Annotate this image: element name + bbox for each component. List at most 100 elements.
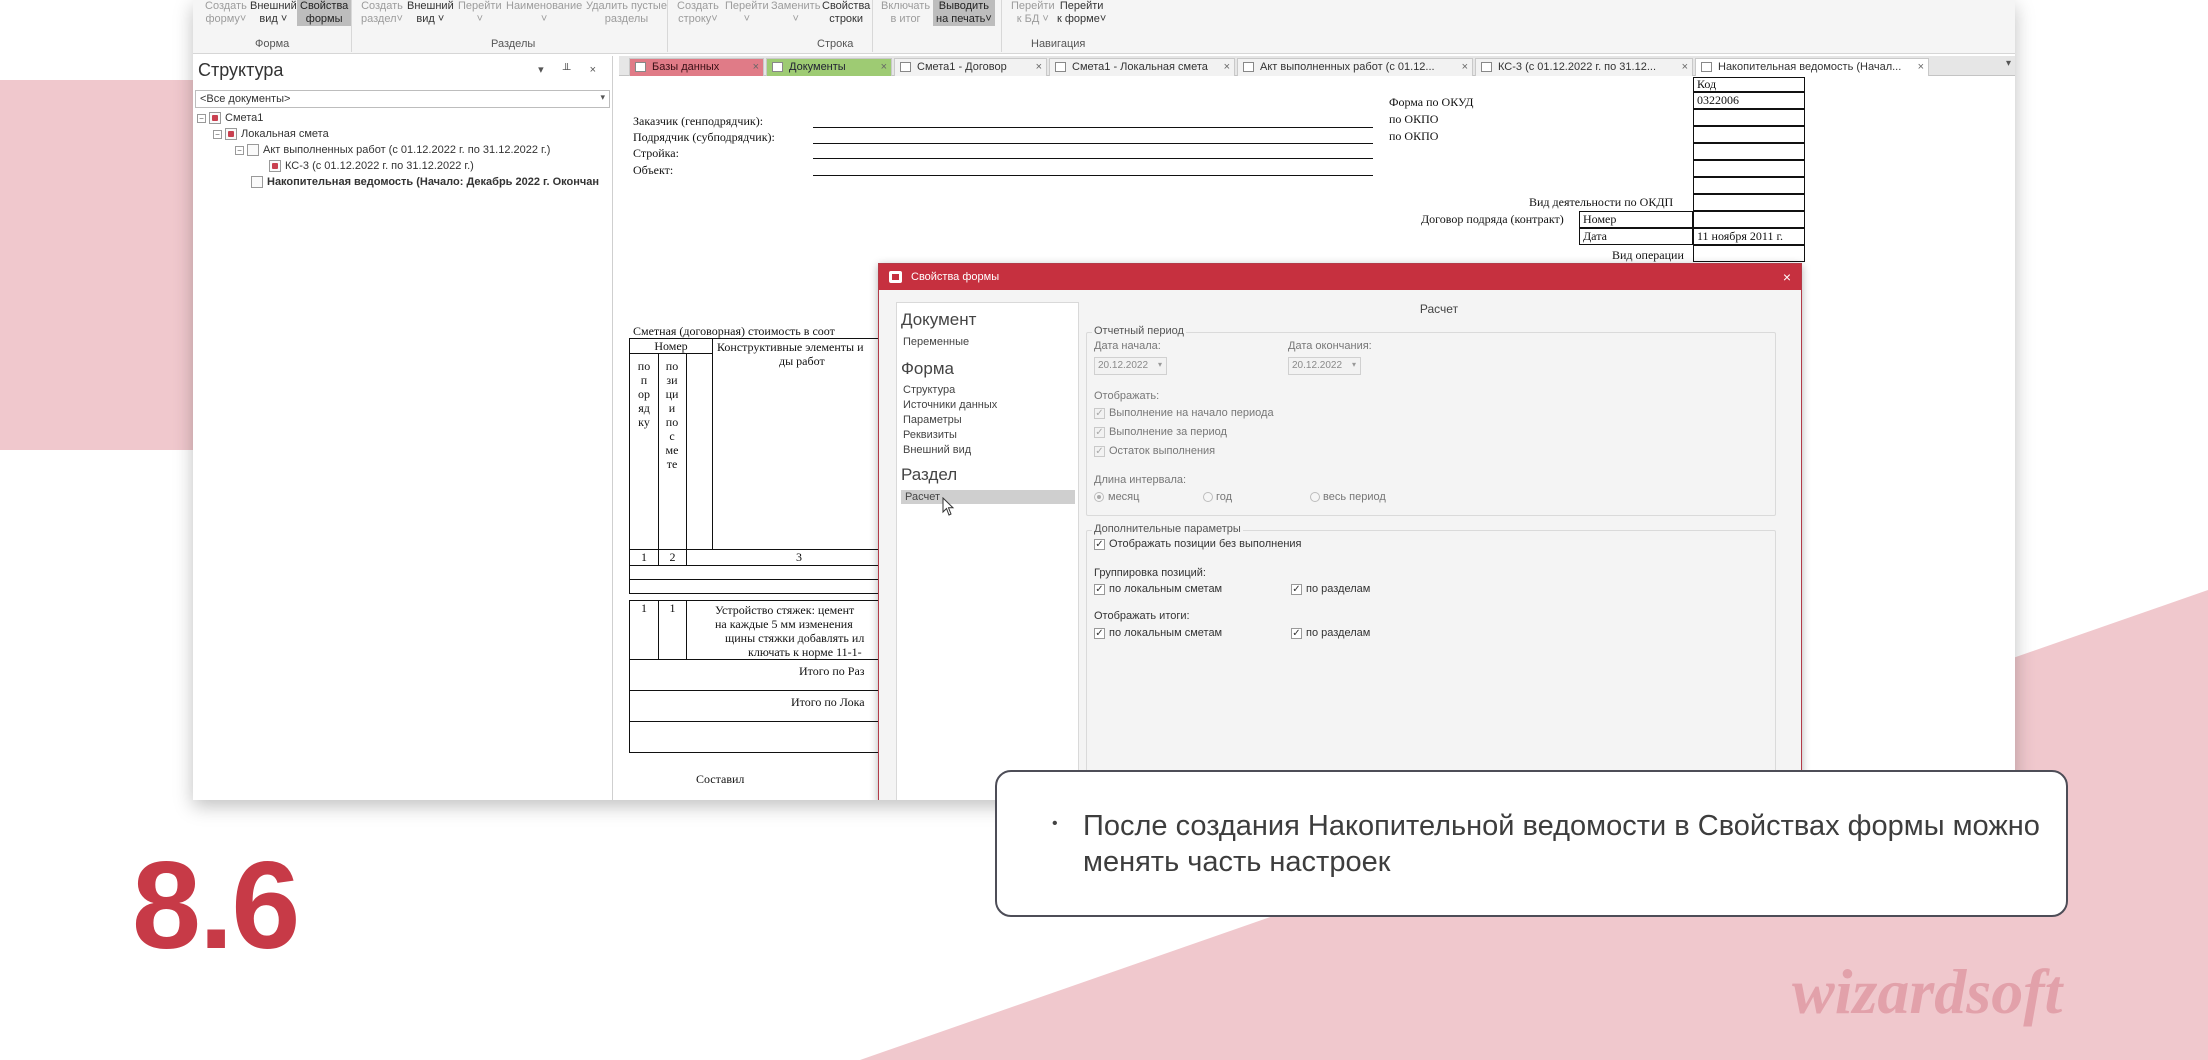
empty-row [629, 565, 912, 580]
ribbon-section-view-button[interactable]: Внешний вид ˅ [407, 0, 454, 26]
nav-item-requisites[interactable]: Реквизиты [903, 429, 957, 441]
tab-smeta-contract[interactable]: Смета1 - Договор × [894, 58, 1047, 76]
collapse-icon[interactable]: − [235, 145, 244, 155]
tree-item-accumulative-statement[interactable]: Накопительная ведомость (Начало: Декабрь… [251, 176, 599, 189]
nav-item-data-sources[interactable]: Источники данных [903, 399, 997, 411]
reporting-period-label: Отчетный период [1092, 325, 1186, 337]
show-no-exec-label: Отображать позиции без выполнения [1109, 538, 1302, 550]
mouse-cursor-icon [942, 497, 955, 516]
tab-documents[interactable]: Документы × [766, 58, 892, 76]
construction-label: Стройка: [633, 146, 679, 160]
structure-panel: Структура ▾ ╨ × <Все документы> ▾ − Смета… [193, 56, 613, 800]
ribbon-include-total-button[interactable]: Включать в итог [881, 0, 930, 26]
tree-item-local-estimate[interactable]: − Локальная смета [213, 128, 329, 141]
contract-number-cell [1693, 211, 1805, 228]
row-index-b: 1 [658, 600, 687, 660]
show-no-exec-checkbox[interactable]: ✓ [1094, 539, 1105, 550]
tree-item-ks3[interactable]: КС-3 (с 01.12.2022 г. по 31.12.2022 г.) [269, 160, 474, 173]
close-icon[interactable]: × [881, 59, 887, 76]
ribbon-section-name-button[interactable]: Наименование ˅ [506, 0, 582, 26]
ribbon-goto-db-button[interactable]: Перейти к БД ˅ [1011, 0, 1055, 26]
ribbon-separator [351, 0, 352, 52]
close-icon[interactable]: × [1918, 59, 1924, 76]
ribbon-create-form-button[interactable]: Создать форму˅ [205, 0, 247, 26]
local-total-row [629, 690, 912, 722]
close-icon[interactable]: × [1224, 59, 1230, 76]
column-elements-header: Конструктивные элементы и [717, 340, 864, 354]
close-icon[interactable]: × [1682, 59, 1688, 76]
close-icon[interactable]: × [753, 59, 759, 76]
nav-item-calculation[interactable]: Расчет [905, 491, 940, 503]
contractor-line [813, 143, 1373, 144]
display-label: Отображать: [1094, 390, 1160, 402]
interval-whole-radio[interactable] [1310, 492, 1320, 502]
page-title: Расчет [1419, 302, 1459, 316]
ribbon-delete-empty-sections-button[interactable]: Удалить пустые разделы [586, 0, 667, 26]
okpo-label-2: по ОКПО [1389, 129, 1439, 143]
application-window: Создать форму˅ Внешний вид ˅ Свойства фо… [193, 0, 2015, 800]
ribbon-form-properties-button[interactable]: Свойства формы [297, 0, 352, 26]
document-icon [1701, 62, 1712, 72]
close-icon[interactable]: × [1036, 59, 1042, 76]
empty-cell [1693, 143, 1805, 160]
close-icon[interactable]: × [1462, 59, 1468, 76]
interval-year-radio[interactable] [1203, 492, 1213, 502]
tree-item-act[interactable]: − Акт выполненных работ (с 01.12.2022 г. … [235, 144, 550, 157]
column-position-header: по зи ци и по с ме те [665, 359, 679, 471]
document-icon [1055, 62, 1066, 72]
tab-smeta-local[interactable]: Смета1 - Локальная смета × [1049, 58, 1235, 76]
close-icon[interactable]: × [1783, 264, 1791, 290]
ribbon-create-row-button[interactable]: Создать строку˅ [677, 0, 719, 26]
grouping-local-checkbox[interactable]: ✓ [1094, 584, 1105, 595]
structure-title: Структура [198, 60, 284, 80]
interval-month-label: месяц [1108, 491, 1140, 503]
tree-item-smeta[interactable]: − Смета1 [197, 112, 263, 125]
interval-month-radio[interactable] [1094, 492, 1104, 502]
chevron-down-icon[interactable]: ▾ [1158, 360, 1162, 369]
nav-item-appearance[interactable]: Внешний вид [903, 444, 971, 456]
nav-heading-document: Документ [901, 310, 977, 329]
nav-item-parameters[interactable]: Параметры [903, 414, 962, 426]
ribbon-print-output-button[interactable]: Выводить на печать˅ [933, 0, 995, 26]
display-remaining-checkbox[interactable]: ✓ [1094, 446, 1105, 457]
contract-number-label: Номер [1579, 211, 1693, 228]
ribbon-separator [1001, 0, 1002, 52]
callout-box: • После создания Накопительной ведомости… [995, 770, 2068, 917]
tabs-dropdown-icon[interactable]: ▾ [2006, 58, 2011, 69]
totals-sections-checkbox[interactable]: ✓ [1291, 628, 1302, 639]
okdp-label: Вид деятельности по ОКДП [1529, 195, 1674, 209]
row-description-4: ключать к норме 11-1- [748, 645, 862, 659]
chevron-down-icon[interactable]: ▾ [600, 92, 605, 103]
ribbon-row-replace-button[interactable]: Заменить ˅ [771, 0, 820, 26]
structure-panel-controls[interactable]: ▾ ╨ × [538, 63, 604, 76]
ribbon-row-goto-button[interactable]: Перейти ˅ [725, 0, 769, 26]
tab-databases[interactable]: Базы данных × [629, 58, 764, 76]
okdp-cell [1693, 194, 1805, 211]
ribbon-section-goto-button[interactable]: Перейти ˅ [458, 0, 502, 26]
collapse-icon[interactable]: − [213, 129, 222, 139]
ribbon-row-properties-button[interactable]: Свойства строки [822, 0, 870, 26]
nav-item-structure[interactable]: Структура [903, 384, 955, 396]
start-date-field[interactable]: 20.12.2022 ▾ [1094, 357, 1167, 375]
callout-text: После создания Накопительной ведомости в… [1083, 810, 2040, 878]
ribbon-form-view-button[interactable]: Внешний вид ˅ [250, 0, 297, 26]
tab-act[interactable]: Акт выполненных работ (с 01.12... × [1237, 58, 1473, 76]
reporting-period-group [1086, 332, 1776, 516]
ribbon-create-section-button[interactable]: Создать раздел˅ [361, 0, 403, 26]
grouping-sections-checkbox[interactable]: ✓ [1291, 584, 1302, 595]
nav-heading-section: Раздел [901, 465, 958, 484]
display-start-checkbox[interactable]: ✓ [1094, 408, 1105, 419]
totals-sections-label: по разделам [1306, 627, 1371, 639]
document-icon [251, 176, 263, 189]
tab-ks3[interactable]: КС-3 (с 01.12.2022 г. по 31.12... × [1475, 58, 1693, 76]
ribbon-goto-form-button[interactable]: Перейти к форме˅ [1057, 0, 1106, 26]
chevron-down-icon[interactable]: ▾ [1352, 360, 1356, 369]
nav-item-variables[interactable]: Переменные [903, 336, 969, 348]
estimate-icon [209, 112, 221, 125]
tab-accumulative-statement[interactable]: Накопительная ведомость (Начал... × [1695, 58, 1929, 76]
display-period-checkbox[interactable]: ✓ [1094, 427, 1105, 438]
collapse-icon[interactable]: − [197, 113, 206, 123]
end-date-field[interactable]: 20.12.2022 ▾ [1288, 357, 1361, 375]
totals-local-checkbox[interactable]: ✓ [1094, 628, 1105, 639]
structure-filter-combo[interactable]: <Все документы> ▾ [195, 90, 610, 108]
